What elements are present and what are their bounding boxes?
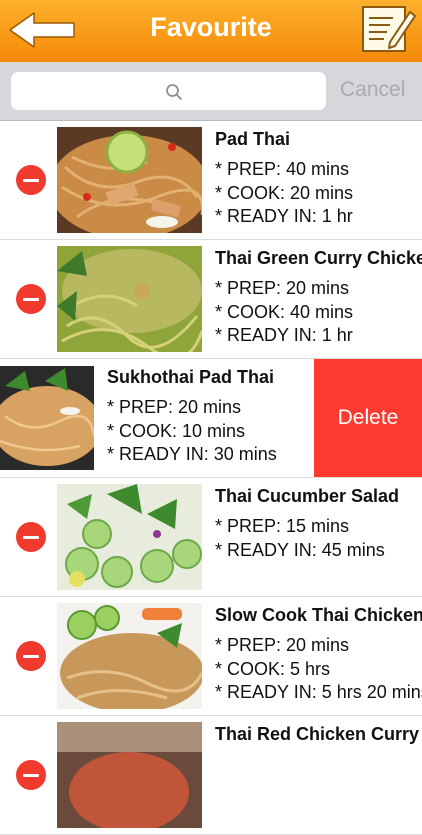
recipe-title: Pad Thai	[215, 129, 291, 149]
recipe-title: Thai Green Curry Chicken	[215, 248, 422, 268]
list-item[interactable]: Sukhothai Pad Thai * PREP: 20 mins * COO…	[0, 359, 422, 478]
recipe-title: Slow Cook Thai Chicken	[215, 605, 422, 625]
search-bar: Cancel	[0, 62, 422, 121]
delete-circle-icon[interactable]	[16, 760, 46, 790]
cancel-button[interactable]: Cancel	[340, 78, 405, 102]
recipe-ready: * READY IN: 30 mins	[107, 444, 277, 464]
edit-button[interactable]	[360, 4, 416, 54]
recipe-title: Thai Red Chicken Curry	[215, 724, 420, 744]
recipe-thumbnail	[0, 366, 94, 470]
recipe-info: Thai Red Chicken Curry	[215, 724, 419, 753]
recipe-thumbnail	[57, 603, 202, 709]
recipe-list: Pad Thai * PREP: 40 mins * COOK: 20 mins…	[0, 121, 422, 835]
recipe-prep: * PREP: 40 mins	[215, 159, 350, 179]
recipe-prep: * PREP: 20 mins	[215, 278, 350, 298]
recipe-ready: * READY IN: 45 mins	[215, 539, 385, 560]
recipe-ready: * READY IN: 1 hr	[215, 206, 353, 226]
recipe-cook: * COOK: 40 mins	[215, 301, 354, 322]
list-item[interactable]: Thai Cucumber Salad * PREP: 15 mins * RE…	[0, 478, 422, 597]
recipe-info: Thai Green Curry Chicken * PREP: 20 mins…	[215, 248, 422, 348]
recipe-info: Sukhothai Pad Thai * PREP: 20 mins * COO…	[107, 367, 277, 467]
delete-circle-icon[interactable]	[16, 641, 46, 671]
recipe-info: Slow Cook Thai Chicken * PREP: 20 mins *…	[215, 605, 422, 705]
list-item[interactable]: Thai Red Chicken Curry	[0, 716, 422, 835]
recipe-cook: * COOK: 5 hrs	[215, 658, 331, 679]
search-icon	[166, 84, 182, 100]
search-input[interactable]	[11, 72, 326, 110]
page-title: Favourite	[150, 12, 272, 42]
recipe-prep: * PREP: 20 mins	[107, 397, 242, 417]
recipe-cook: * COOK: 20 mins	[215, 182, 354, 203]
recipe-title: Sukhothai Pad Thai	[107, 367, 275, 387]
delete-circle-icon[interactable]	[16, 165, 46, 195]
list-item[interactable]: Slow Cook Thai Chicken * PREP: 20 mins *…	[0, 597, 422, 716]
list-item[interactable]: Thai Green Curry Chicken * PREP: 20 mins…	[0, 240, 422, 359]
delete-circle-icon[interactable]	[16, 284, 46, 314]
recipe-thumbnail	[57, 127, 202, 233]
recipe-thumbnail	[57, 246, 202, 352]
recipe-prep: * PREP: 15 mins	[215, 516, 350, 536]
recipe-thumbnail	[57, 484, 202, 590]
recipe-title: Thai Cucumber Salad	[215, 486, 400, 506]
delete-circle-icon[interactable]	[16, 522, 46, 552]
recipe-info: Pad Thai * PREP: 40 mins * COOK: 20 mins…	[215, 129, 353, 229]
recipe-cook: * COOK: 10 mins	[107, 420, 246, 441]
list-item[interactable]: Pad Thai * PREP: 40 mins * COOK: 20 mins…	[0, 121, 422, 240]
nav-bar: Favourite	[0, 0, 422, 62]
recipe-prep: * PREP: 20 mins	[215, 635, 350, 655]
recipe-thumbnail	[57, 722, 202, 828]
delete-button[interactable]: Delete	[314, 359, 422, 477]
recipe-ready: * READY IN: 1 hr	[215, 325, 353, 345]
notepad-pencil-icon	[362, 6, 416, 52]
recipe-info: Thai Cucumber Salad * PREP: 15 mins * RE…	[215, 486, 399, 562]
recipe-ready: * READY IN: 5 hrs 20 mins	[215, 682, 422, 702]
